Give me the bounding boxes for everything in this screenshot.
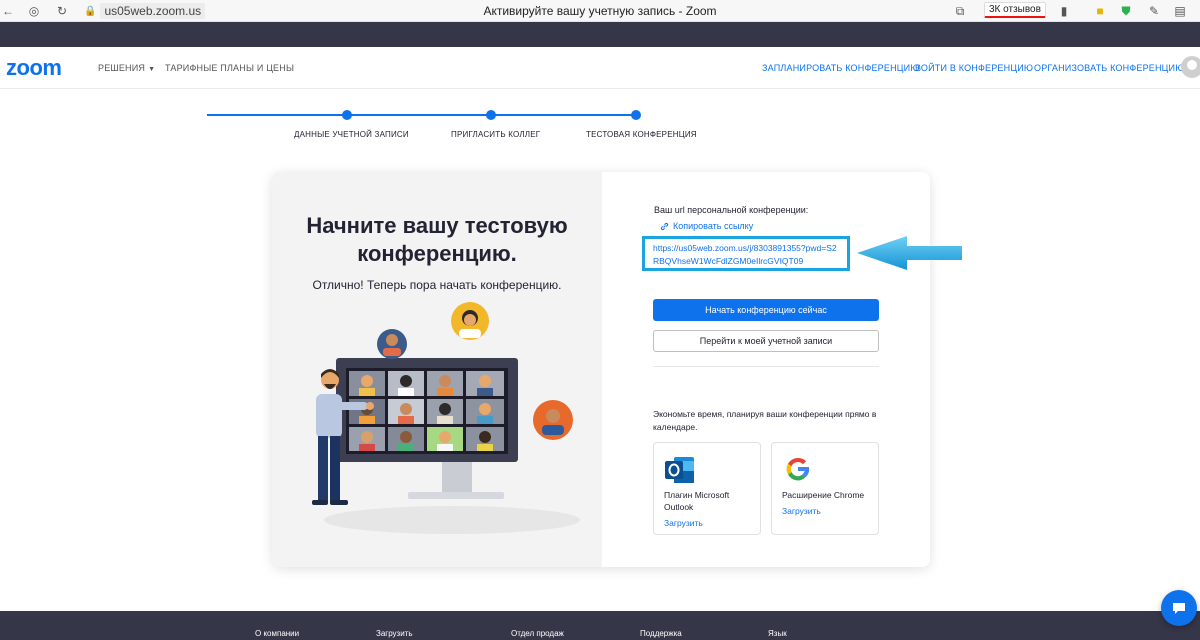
nav-solutions[interactable]: РЕШЕНИЯ ▼	[98, 63, 155, 73]
page-title-line2: конференцию.	[357, 241, 517, 266]
page-title-line1: Начните вашу тестовую	[306, 213, 568, 238]
step-dot-account	[342, 110, 352, 120]
footer-support[interactable]: Поддержка	[640, 629, 682, 638]
top-dark-strip	[0, 22, 1200, 47]
page-title: Начните вашу тестовую конференцию.	[272, 212, 602, 268]
avatar[interactable]	[1181, 56, 1200, 78]
shield-icon[interactable]: ⛊	[1118, 3, 1134, 19]
personal-url-label: Ваш url персональной конференции:	[654, 205, 809, 215]
stepper-line	[207, 114, 637, 116]
site-header: zoom РЕШЕНИЯ ▼ ТАРИФНЫЕ ПЛАНЫ И ЦЕНЫ ЗАПЛ…	[0, 47, 1200, 89]
copy-link-button[interactable]: Копировать ссылку	[660, 221, 753, 231]
chat-support-button[interactable]	[1161, 590, 1197, 626]
step-label-account: ДАННЫЕ УЧЕТНОЙ ЗАПИСИ	[294, 130, 409, 139]
nav-pricing[interactable]: ТАРИФНЫЕ ПЛАНЫ И ЦЕНЫ	[165, 63, 294, 73]
url-text[interactable]: us05web.zoom.us	[100, 3, 206, 19]
step-dot-invite	[486, 110, 496, 120]
google-g-icon	[786, 457, 810, 481]
browser-toolbar: ← ◎ ↻ 🔒 us05web.zoom.us Активируйте вашу…	[0, 0, 1200, 22]
lock-icon: 🔒	[84, 5, 97, 17]
step-dot-test	[631, 110, 641, 120]
page-tab-title: Активируйте вашу учетную запись - Zoom	[483, 4, 717, 18]
chevron-down-icon: ▼	[148, 66, 156, 73]
calendar-tip-text: Экономьте время, планируя ваши конференц…	[653, 409, 877, 432]
card-left-panel: Начните вашу тестовую конференцию. Отлич…	[272, 172, 602, 567]
nav-host-meeting[interactable]: ОРГАНИЗОВАТЬ КОНФЕРЕНЦИЮ▼	[1034, 63, 1195, 73]
reload-icon[interactable]: ↻	[54, 3, 70, 19]
profile-icon[interactable]: ◎	[26, 3, 42, 19]
downloads-icon[interactable]: ▤	[1172, 3, 1188, 19]
reviews-badge[interactable]: 3К отзывов	[984, 2, 1046, 18]
divider	[653, 366, 879, 367]
chat-bubble-icon	[1173, 603, 1185, 614]
chrome-extension-name: Расширение Chrome	[782, 490, 865, 500]
card-right-panel: Ваш url персональной конференции: Копиро…	[602, 172, 930, 567]
nav-host-meeting-label: ОРГАНИЗОВАТЬ КОНФЕРЕНЦИЮ	[1034, 63, 1185, 73]
nav-solutions-label: РЕШЕНИЯ	[98, 63, 146, 73]
extension-icon[interactable]: ■	[1092, 3, 1108, 19]
footer-about[interactable]: О компании	[255, 629, 299, 638]
outlook-plugin-name: Плагин Microsoft Outlook	[664, 490, 730, 512]
outlook-plugin-card[interactable]: Плагин Microsoft Outlook Загрузить	[653, 442, 761, 535]
bookmark-icon[interactable]: ▮	[1056, 3, 1072, 19]
step-label-invite: ПРИГЛАСИТЬ КОЛЛЕГ	[451, 130, 541, 139]
footer-language[interactable]: Язык	[768, 629, 787, 638]
start-meeting-button[interactable]: Начать конференцию сейчас	[653, 299, 879, 321]
page-subtitle: Отлично! Теперь пора начать конференцию.	[312, 278, 562, 292]
footer-download[interactable]: Загрузить	[376, 629, 413, 638]
outlook-download-link[interactable]: Загрузить	[664, 518, 703, 528]
zoom-logo[interactable]: zoom	[6, 55, 62, 81]
test-meeting-card: Начните вашу тестовую конференцию. Отлич…	[272, 172, 930, 567]
chrome-download-link[interactable]: Загрузить	[782, 506, 821, 516]
address-bar[interactable]: 🔒 us05web.zoom.us	[80, 2, 209, 20]
back-icon[interactable]: ←	[0, 3, 16, 19]
personal-meeting-url[interactable]: https://us05web.zoom.us/j/8303891355?pwd…	[642, 236, 850, 271]
link-icon	[660, 222, 669, 230]
nav-join-meeting[interactable]: ВОЙТИ В КОНФЕРЕНЦИЮ	[915, 63, 1033, 73]
outlook-icon	[665, 457, 694, 483]
arrow-left-icon	[857, 236, 962, 270]
video-conference-illustration	[312, 302, 580, 534]
copy-link-label: Копировать ссылку	[673, 221, 754, 231]
step-label-test: ТЕСТОВАЯ КОНФЕРЕНЦИЯ	[586, 130, 697, 139]
footer-sales[interactable]: Отдел продаж	[511, 629, 564, 638]
extensions-puzzle-icon[interactable]: ✎	[1146, 3, 1162, 19]
chrome-extension-card[interactable]: Расширение Chrome Загрузить	[771, 442, 879, 535]
nav-schedule-meeting[interactable]: ЗАПЛАНИРОВАТЬ КОНФЕРЕНЦИЮ	[762, 63, 920, 73]
translate-icon[interactable]: ⧉	[952, 3, 968, 19]
site-footer: О компании Загрузить Отдел продаж Поддер…	[0, 611, 1200, 640]
go-to-account-button[interactable]: Перейти к моей учетной записи	[653, 330, 879, 352]
